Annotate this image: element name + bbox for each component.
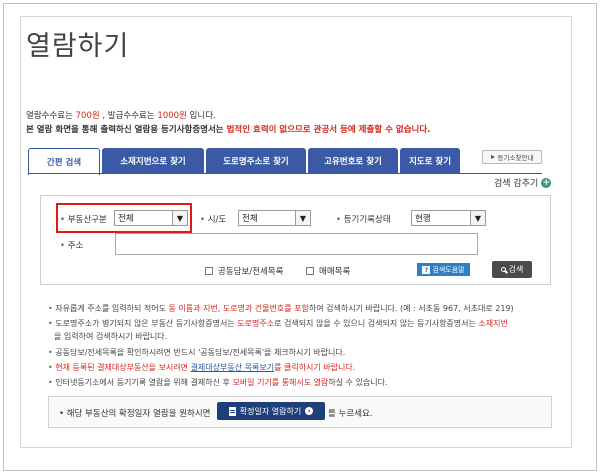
checkbox-box[interactable] [205,267,213,275]
note-emphasis: 소재지번 [478,319,508,328]
page-title: 열람하기 [26,31,130,62]
note-text: 하실 수 있습니다. [328,378,388,387]
search-button-label: 검색 [508,265,524,274]
note-emphasis: 모바일 기기를 통해서도 열람 [232,378,329,387]
note-item: 현재 등록된 결제대상부동산을 보시려면 결제대상부동산 목록보기를 클릭하시기… [48,362,355,373]
tab-simple-search[interactable]: 간편 검색 [28,148,100,175]
tab-underline [28,173,542,174]
search-icon [500,267,506,272]
region-select[interactable]: 전체 ▼ [238,210,311,226]
payment-list-link[interactable]: 결제대상부동산 목록보기 [191,363,275,372]
sale-list-label: 매매목록 [319,267,351,277]
note-text: 로 검색되지 않을 수 있으니 검색되지 않는 등기사항증명서는 [274,319,479,328]
note-text: 인터넷등기소에서 등기기록 열람을 위해 결제하신 후 [55,378,233,387]
region-label: 시/도 [200,213,227,225]
play-icon [490,155,495,159]
status-value: 현행 [415,214,431,224]
status-select[interactable]: 현행 ▼ [411,210,486,226]
address-input[interactable] [115,233,478,255]
note-item: 인터넷등기소에서 등기기록 열람을 위해 결제하신 후 모바일 기기를 통해서도… [48,377,388,388]
fee-text: 입니다. [186,111,216,121]
toggle-circle-icon: + [541,177,552,188]
status-label: 등기기록상태 [336,213,391,225]
document-icon [228,406,236,416]
fixed-date-text: • 해당 부동산의 확정일자 열람을 원하시면 [59,409,211,419]
fee-text: 열람수수료는 [26,111,76,121]
note-emphasis: 동 이름과 지번, 도로명과 건물번호를 포함 [168,304,309,313]
notice-text: 본 열람 화면을 통해 출력하신 열람용 등기사항증명서는 [26,125,227,135]
view-fee: 700원 [75,111,100,121]
note-item: 공동담보/전세목록을 확인하시려면 반드시 '공동담보/전세목록'을 체크하시기… [48,347,345,358]
issue-fee: 1000원 [157,111,187,121]
notice-warning: 법적인 효력이 없으므로 관공서 등에 제출할 수 없습니다. [226,125,431,135]
note-text: 도로명주소가 병기되지 않은 부동산 등기사항증명서는 [55,319,238,328]
fee-info: 열람수수료는 700원 , 발급수수료는 1000원 입니다. [26,109,216,121]
sale-list-checkbox[interactable]: 매매목록 [306,265,350,277]
note-emphasis: 현재 등록된 결제대상부동산을 보시려면 [55,363,191,372]
registry-help-button[interactable]: 등기소찾안내 [482,150,542,164]
search-help-label: 검색도움말 [432,265,465,274]
tab-map[interactable]: 지도로 찾기 [400,148,460,174]
search-button[interactable]: 검색 [492,261,532,278]
fixed-date-suffix: 를 누르세요. [328,409,373,419]
help-button-label: 등기소찾안내 [497,154,534,162]
address-label: 주소 [60,239,84,251]
region-value: 전체 [242,214,258,224]
arrow-right-icon: › [305,407,314,415]
chevron-down-icon: ▼ [470,211,485,225]
tab-unique-number[interactable]: 고유번호로 찾기 [308,148,398,174]
legal-notice: 본 열람 화면을 통해 출력하신 열람용 등기사항증명서는 법적인 효력이 없으… [26,123,430,135]
fixed-date-prefix: 해당 부동산의 확정일자 열람을 원하시면 [66,409,211,419]
question-icon: ? [422,265,431,274]
fixed-date-view-button[interactable]: 확정일자 열람하기 › [217,402,325,420]
collateral-label: 공동담보/전세목록 [218,267,284,277]
checkbox-box[interactable] [306,267,314,275]
note-item: 도로명주소가 병기되지 않은 부동산 등기사항증명서는 도로명주소로 검색되지 … [48,318,508,329]
note-emphasis: 를 클릭하시기 바랍니다. [274,363,356,372]
highlight-annotation [56,203,192,233]
note-emphasis: 도로명주소 [237,319,275,328]
search-toggle-label: 검색 감추기 [494,179,539,189]
tab-road-address[interactable]: 도로명주소로 찾기 [206,148,306,174]
collateral-checkbox[interactable]: 공동담보/전세목록 [205,265,283,277]
note-text: 하여 검색하시기 바랍니다. (예 : 서초동 967, 서초대로 219) [308,304,514,313]
search-toggle[interactable]: 검색 감추기 + [494,176,552,189]
fixed-date-button-label: 확정일자 열람하기 [239,406,302,416]
note-item: 을 입력하여 검색하시기 바랍니다. [54,332,168,341]
search-help-button[interactable]: ? 검색도움말 [417,263,470,276]
chevron-down-icon: ▼ [295,211,310,225]
note-item: 자유롭게 주소를 입력하되 적어도 동 이름과 지번, 도로명과 건물번호를 포… [48,303,514,314]
tab-lot-number[interactable]: 소재지번으로 찾기 [102,148,204,174]
note-text: 자유롭게 주소를 입력하되 적어도 [55,304,169,313]
fee-text: , 발급수수료는 [99,111,158,121]
fixed-date-box: • 해당 부동산의 확정일자 열람을 원하시면 확정일자 열람하기 › 를 누르… [48,396,552,428]
